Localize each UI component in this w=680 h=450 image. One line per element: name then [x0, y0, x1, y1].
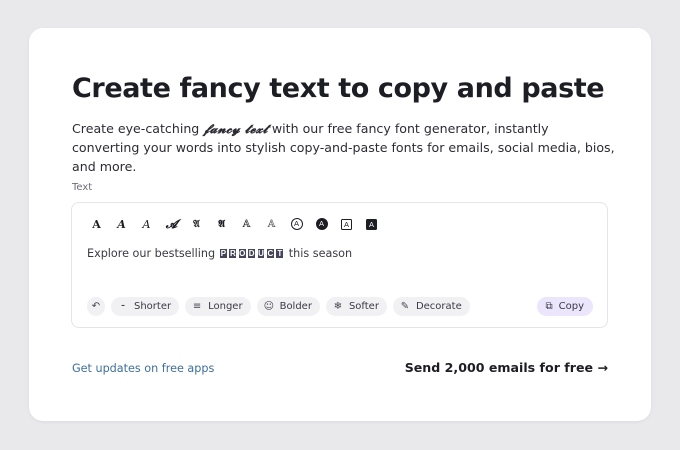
negative-squared-a-icon: A: [366, 218, 377, 230]
editor-text-end: this season: [288, 247, 353, 260]
longer-icon: ≡: [192, 301, 202, 312]
negative-circled-a-icon: A: [315, 218, 328, 230]
decorate-button[interactable]: ✎ Decorate: [392, 297, 470, 316]
bolder-button[interactable]: ☺ Bolder: [256, 297, 320, 316]
shorter-label: Shorter: [134, 301, 172, 312]
boxed-letter: U: [256, 248, 266, 259]
style-negative-squared-button[interactable]: A: [359, 215, 384, 233]
style-outline-button[interactable]: 𝔸: [259, 215, 284, 233]
text-editor[interactable]: A A A 𝓐 𝔄 𝕬 𝔸 𝔸 A A A A Explore our best…: [71, 202, 608, 328]
style-negative-circled-button[interactable]: A: [309, 215, 334, 233]
description-fancy-text: 𝓯𝓪𝓷𝓬𝔂 𝓽𝓮𝔁𝓽: [203, 121, 268, 136]
shorter-button[interactable]: ⁃ Shorter: [111, 297, 180, 316]
editor-text-start: Explore our bestselling: [87, 247, 216, 260]
get-updates-link[interactable]: Get updates on free apps: [72, 362, 214, 375]
longer-button[interactable]: ≡ Longer: [185, 297, 251, 316]
boxed-letter: D: [247, 248, 257, 259]
style-circled-button[interactable]: A: [284, 215, 309, 233]
boxed-word: P R O D U C T: [219, 248, 285, 259]
action-toolbar: ↶ ⁃ Shorter ≡ Longer ☺ Bolder ❄ Softer ✎…: [87, 297, 476, 316]
editor-content[interactable]: Explore our bestselling P R O D U C T th…: [87, 247, 352, 260]
softer-label: Softer: [348, 301, 379, 312]
style-fraktur-bold-button[interactable]: 𝕬: [209, 215, 234, 233]
bolder-label: Bolder: [279, 301, 312, 312]
decorate-label: Decorate: [415, 301, 462, 312]
style-squared-button[interactable]: A: [334, 215, 359, 233]
main-card: Create fancy text to copy and paste Crea…: [29, 28, 651, 421]
decorate-icon: ✎: [400, 301, 410, 312]
longer-label: Longer: [208, 301, 243, 312]
style-serif-bold-italic-button[interactable]: A: [109, 215, 134, 233]
boxed-letter: C: [266, 248, 275, 259]
page-title: Create fancy text to copy and paste: [72, 73, 605, 104]
copy-label: Copy: [558, 301, 584, 312]
copy-button[interactable]: ⧉ Copy: [537, 297, 593, 316]
style-serif-bold-button[interactable]: A: [84, 215, 109, 233]
undo-icon: ↶: [91, 301, 101, 312]
style-double-struck-button[interactable]: 𝔸: [234, 215, 259, 233]
copy-icon: ⧉: [545, 301, 553, 312]
boxed-letter: P: [219, 248, 228, 259]
description-text-start: Create eye-catching: [72, 121, 204, 136]
softer-button[interactable]: ❄ Softer: [325, 297, 387, 316]
style-serif-italic-button[interactable]: A: [134, 215, 159, 233]
softer-icon: ❄: [333, 301, 343, 312]
bolder-icon: ☺: [263, 301, 275, 312]
text-field-label: Text: [72, 182, 93, 193]
boxed-letter: T: [275, 248, 285, 259]
shorter-icon: ⁃: [120, 301, 126, 312]
style-script-button[interactable]: 𝓐: [159, 215, 184, 233]
font-style-toolbar: A A A 𝓐 𝔄 𝕬 𝔸 𝔸 A A A A: [84, 215, 384, 233]
style-fraktur-button[interactable]: 𝔄: [184, 215, 209, 233]
squared-a-icon: A: [341, 218, 352, 230]
undo-button[interactable]: ↶: [87, 297, 105, 316]
circled-a-icon: A: [290, 218, 303, 230]
boxed-letter: R: [228, 248, 238, 259]
send-emails-cta[interactable]: Send 2,000 emails for free →: [405, 360, 608, 375]
boxed-letter: O: [237, 248, 247, 259]
page-description: Create eye-catching 𝓯𝓪𝓷𝓬𝔂 𝓽𝓮𝔁𝓽 with our …: [72, 119, 617, 176]
